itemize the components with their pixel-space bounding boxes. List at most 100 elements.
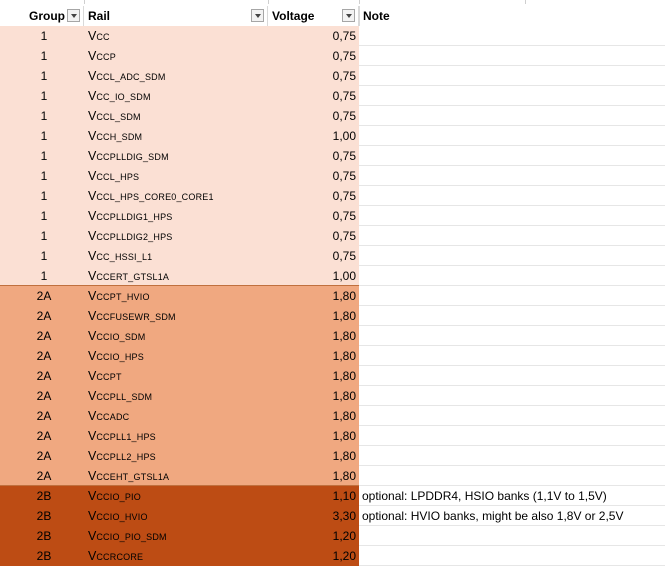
group-cell[interactable]: 2B (0, 526, 84, 546)
group-cell[interactable]: 2A (0, 446, 84, 466)
group-cell[interactable]: 2A (0, 326, 84, 346)
voltage-cell[interactable]: 0,75 (268, 206, 359, 226)
group-cell[interactable]: 1 (0, 146, 84, 166)
note-cell[interactable] (359, 526, 665, 546)
rail-cell[interactable]: VCCP (84, 46, 268, 66)
voltage-cell[interactable]: 1,20 (268, 526, 359, 546)
header-cell-group[interactable]: Group (0, 6, 84, 26)
rail-cell[interactable]: VCC_IO_SDM (84, 86, 268, 106)
group-cell[interactable]: 2A (0, 286, 84, 306)
note-cell[interactable] (359, 126, 665, 146)
rail-cell[interactable]: VCCL_HPS_CORE0_CORE1 (84, 186, 268, 206)
filter-dropdown-icon[interactable] (342, 9, 355, 22)
note-cell[interactable] (359, 266, 665, 286)
note-cell[interactable] (359, 346, 665, 366)
voltage-cell[interactable]: 0,75 (268, 226, 359, 246)
group-cell[interactable]: 1 (0, 206, 84, 226)
voltage-cell[interactable]: 0,75 (268, 166, 359, 186)
note-cell[interactable] (359, 386, 665, 406)
group-cell[interactable]: 2B (0, 546, 84, 566)
rail-cell[interactable]: VCCIO_SDM (84, 326, 268, 346)
group-cell[interactable]: 2A (0, 386, 84, 406)
voltage-cell[interactable]: 0,75 (268, 146, 359, 166)
note-cell[interactable] (359, 106, 665, 126)
voltage-cell[interactable]: 1,80 (268, 426, 359, 446)
note-cell[interactable] (359, 226, 665, 246)
note-cell[interactable] (359, 546, 665, 566)
group-cell[interactable]: 2A (0, 406, 84, 426)
note-cell[interactable] (359, 326, 665, 346)
rail-cell[interactable]: VCC (84, 26, 268, 46)
voltage-cell[interactable]: 1,00 (268, 126, 359, 146)
note-cell[interactable]: optional: HVIO banks, might be also 1,8V… (359, 506, 665, 526)
voltage-cell[interactable]: 0,75 (268, 186, 359, 206)
voltage-cell[interactable]: 1,80 (268, 466, 359, 486)
voltage-cell[interactable]: 1,20 (268, 546, 359, 566)
group-cell[interactable]: 1 (0, 86, 84, 106)
rail-cell[interactable]: VCCRCORE (84, 546, 268, 566)
note-cell[interactable] (359, 146, 665, 166)
note-cell[interactable] (359, 406, 665, 426)
rail-cell[interactable]: VCCL_HPS (84, 166, 268, 186)
voltage-cell[interactable]: 0,75 (268, 46, 359, 66)
group-cell[interactable]: 1 (0, 226, 84, 246)
rail-cell[interactable]: VCCIO_HVIO (84, 506, 268, 526)
voltage-cell[interactable]: 3,30 (268, 506, 359, 526)
header-cell-rail[interactable]: Rail (84, 6, 268, 26)
voltage-cell[interactable]: 0,75 (268, 66, 359, 86)
voltage-cell[interactable]: 1,80 (268, 386, 359, 406)
group-cell[interactable]: 1 (0, 106, 84, 126)
group-cell[interactable]: 2A (0, 366, 84, 386)
rail-cell[interactable]: VCCPLLDIG1_HPS (84, 206, 268, 226)
voltage-cell[interactable]: 0,75 (268, 26, 359, 46)
rail-cell[interactable]: VCCH_SDM (84, 126, 268, 146)
voltage-cell[interactable]: 1,80 (268, 306, 359, 326)
group-cell[interactable]: 1 (0, 66, 84, 86)
rail-cell[interactable]: VCCIO_PIO (84, 486, 268, 506)
rail-cell[interactable]: VCCPLLDIG2_HPS (84, 226, 268, 246)
rail-cell[interactable]: VCCPLL2_HPS (84, 446, 268, 466)
note-cell[interactable] (359, 26, 665, 46)
note-cell[interactable] (359, 186, 665, 206)
group-cell[interactable]: 2B (0, 506, 84, 526)
group-cell[interactable]: 2A (0, 306, 84, 326)
filter-dropdown-icon[interactable] (67, 9, 80, 22)
group-cell[interactable]: 2A (0, 426, 84, 446)
note-cell[interactable] (359, 246, 665, 266)
group-cell[interactable]: 1 (0, 186, 84, 206)
note-cell[interactable] (359, 286, 665, 306)
group-cell[interactable]: 1 (0, 166, 84, 186)
note-cell[interactable]: optional: LPDDR4, HSIO banks (1,1V to 1,… (359, 486, 665, 506)
note-cell[interactable] (359, 466, 665, 486)
rail-cell[interactable]: VCCPLL_SDM (84, 386, 268, 406)
note-cell[interactable] (359, 66, 665, 86)
rail-cell[interactable]: VCCPT_HVIO (84, 286, 268, 306)
rail-cell[interactable]: VCCERT_GTSL1A (84, 266, 268, 286)
voltage-cell[interactable]: 0,75 (268, 246, 359, 266)
note-cell[interactable] (359, 86, 665, 106)
header-cell-voltage[interactable]: Voltage (268, 6, 359, 26)
rail-cell[interactable]: VCCIO_PIO_SDM (84, 526, 268, 546)
voltage-cell[interactable]: 0,75 (268, 106, 359, 126)
voltage-cell[interactable]: 0,75 (268, 86, 359, 106)
note-cell[interactable] (359, 306, 665, 326)
group-cell[interactable]: 2B (0, 486, 84, 506)
rail-cell[interactable]: VCCFUSEWR_SDM (84, 306, 268, 326)
rail-cell[interactable]: VCCIO_HPS (84, 346, 268, 366)
voltage-cell[interactable]: 1,80 (268, 406, 359, 426)
note-cell[interactable] (359, 206, 665, 226)
rail-cell[interactable]: VCCEHT_GTSL1A (84, 466, 268, 486)
voltage-cell[interactable]: 1,10 (268, 486, 359, 506)
voltage-cell[interactable]: 1,80 (268, 346, 359, 366)
voltage-cell[interactable]: 1,00 (268, 266, 359, 286)
rail-cell[interactable]: VCCPT (84, 366, 268, 386)
group-cell[interactable]: 1 (0, 126, 84, 146)
note-cell[interactable] (359, 46, 665, 66)
note-cell[interactable] (359, 426, 665, 446)
group-cell[interactable]: 1 (0, 26, 84, 46)
rail-cell[interactable]: VCCL_ADC_SDM (84, 66, 268, 86)
rail-cell[interactable]: VCCL_SDM (84, 106, 268, 126)
note-cell[interactable] (359, 446, 665, 466)
filter-dropdown-icon[interactable] (251, 9, 264, 22)
voltage-cell[interactable]: 1,80 (268, 366, 359, 386)
